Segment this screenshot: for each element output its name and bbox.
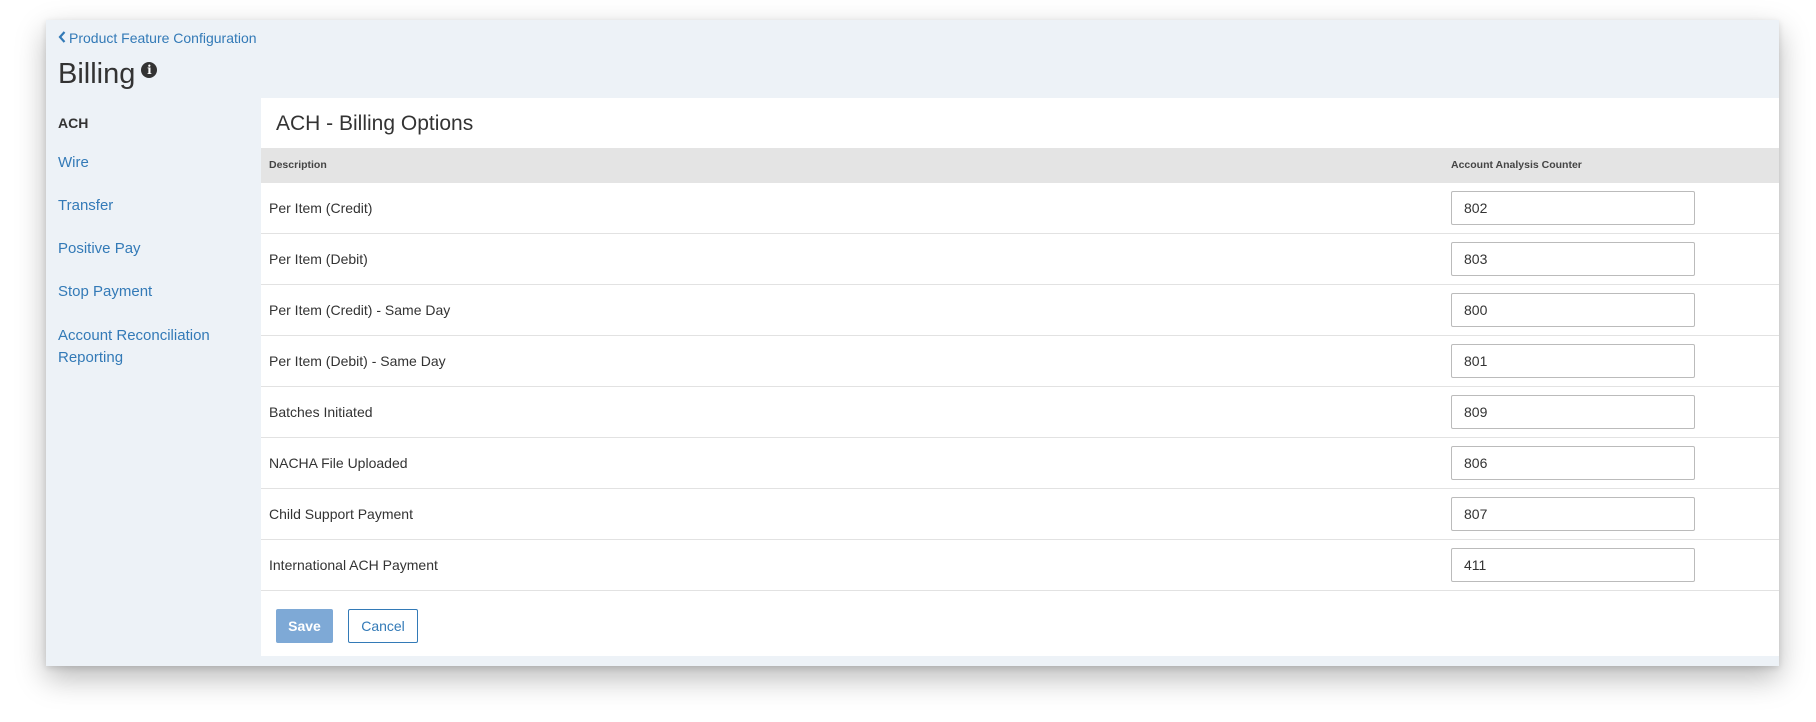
row-description: Per Item (Debit) - Same Day (269, 353, 446, 369)
save-button[interactable]: Save (276, 609, 333, 643)
column-header-counter: Account Analysis Counter (1451, 159, 1582, 171)
table-row: Per Item (Debit) - Same Day (261, 336, 1779, 387)
column-header-description: Description (269, 159, 327, 171)
table-header: Description Account Analysis Counter (261, 148, 1779, 183)
counter-input[interactable] (1451, 293, 1695, 327)
sidebar-item-transfer[interactable]: Transfer (58, 195, 238, 217)
counter-input[interactable] (1451, 395, 1695, 429)
chevron-left-icon (58, 30, 66, 46)
billing-options-panel: ACH - Billing Options Description Accoun… (261, 98, 1779, 656)
counter-input[interactable] (1451, 242, 1695, 276)
counter-input[interactable] (1451, 548, 1695, 582)
row-description: International ACH Payment (269, 557, 438, 573)
counter-input[interactable] (1451, 191, 1695, 225)
sidebar-item-ach[interactable]: ACH (58, 112, 238, 134)
page-title: Billing i (58, 58, 158, 91)
table-row: Per Item (Debit) (261, 234, 1779, 285)
row-description: NACHA File Uploaded (269, 455, 408, 471)
cancel-button[interactable]: Cancel (348, 609, 418, 643)
back-link[interactable]: Product Feature Configuration (58, 30, 257, 46)
page-title-text: Billing (58, 58, 136, 90)
info-circle-icon[interactable]: i (141, 62, 158, 78)
counter-input[interactable] (1451, 446, 1695, 480)
app-window: Product Feature Configuration Billing i … (46, 20, 1779, 666)
back-link-label: Product Feature Configuration (69, 30, 257, 46)
sidebar-item-account-reconciliation[interactable]: Account Reconciliation Reporting (58, 325, 238, 369)
table-row: Batches Initiated (261, 387, 1779, 438)
counter-input[interactable] (1451, 344, 1695, 378)
table-row: Per Item (Credit) - Same Day (261, 285, 1779, 336)
table-row: Per Item (Credit) (261, 183, 1779, 234)
sidebar-item-stop-payment[interactable]: Stop Payment (58, 281, 238, 303)
row-description: Per Item (Debit) (269, 251, 368, 267)
row-description: Per Item (Credit) (269, 200, 373, 216)
panel-title: ACH - Billing Options (276, 112, 474, 135)
sidebar-item-positive-pay[interactable]: Positive Pay (58, 238, 238, 260)
table-row: NACHA File Uploaded (261, 438, 1779, 489)
row-description: Child Support Payment (269, 506, 413, 522)
table-row: Child Support Payment (261, 489, 1779, 540)
row-description: Batches Initiated (269, 404, 373, 420)
table-row: International ACH Payment (261, 540, 1779, 591)
row-description: Per Item (Credit) - Same Day (269, 302, 451, 318)
sidebar-item-wire[interactable]: Wire (58, 152, 238, 174)
counter-input[interactable] (1451, 497, 1695, 531)
